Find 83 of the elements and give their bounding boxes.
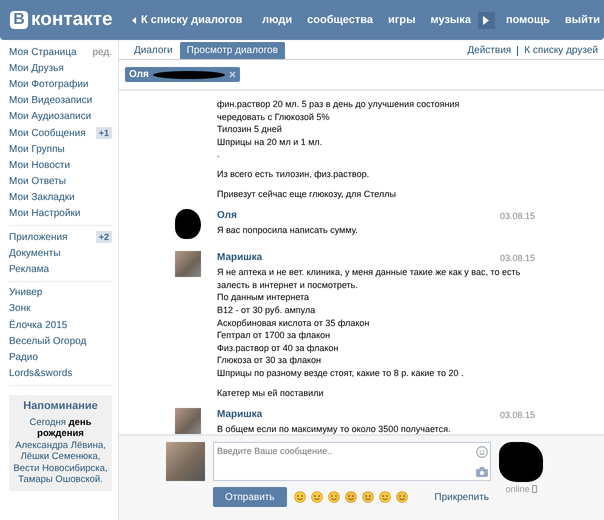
send-button[interactable]: Отправить	[213, 487, 287, 507]
sidebar-item[interactable]: Веселый Огород	[9, 336, 86, 347]
emoji-icon[interactable]	[310, 491, 323, 503]
sidebar-item[interactable]: Мои Новости	[9, 160, 70, 171]
message-date: 03.08.15	[500, 252, 535, 266]
sidebar-item[interactable]: Приложения	[9, 232, 68, 243]
sidebar-item[interactable]: Мои Группы	[9, 144, 65, 155]
message-date: 03.08.15	[500, 409, 535, 422]
logo-letter: В	[10, 11, 28, 29]
sidebar-item[interactable]: Lords&swords	[9, 368, 72, 380]
sidebar-item[interactable]: Универ	[9, 287, 42, 298]
sidebar-item[interactable]: Документы	[9, 248, 61, 259]
action-link[interactable]: Действия	[467, 45, 512, 56]
message-text: B12 - от 30 руб. ампула	[217, 304, 316, 317]
action-link[interactable]: К списку друзей	[524, 45, 598, 56]
message-text: Аскорбиновая кислота от 35 флакон	[217, 316, 370, 330]
recipient-name: Оля	[129, 69, 149, 80]
message-text: Привезут сейчас еще глюкозу, для Стеллы	[217, 188, 397, 200]
sidebar-item[interactable]: Мои Друзья	[9, 62, 64, 74]
message-date: 03.08.15	[500, 210, 535, 224]
message-text: фин.раствор 20 мл. 5 раз в день до улучшения состояния	[217, 98, 460, 111]
phone-icon	[532, 485, 537, 493]
message-text: Тилозин 5 дней	[217, 123, 283, 136]
message-text: Я вас попросила написать сумму.	[217, 224, 359, 237]
count-badge: +1	[96, 127, 112, 140]
emoji-icon[interactable]	[378, 491, 391, 503]
sidebar-item[interactable]: Ёлочка 2015	[9, 320, 68, 331]
author-link[interactable]: Оля	[217, 209, 237, 224]
hidden-avatar	[175, 209, 201, 240]
sidebar-item[interactable]: Радио	[9, 352, 38, 363]
message-text: Гептрал от 1700 за флакон	[217, 329, 332, 342]
edit-link[interactable]: ред.	[92, 46, 112, 58]
sidebar-item[interactable]: Мои Видеозаписи	[9, 95, 92, 106]
sidebar-item[interactable]: Зонк	[9, 303, 30, 314]
emoji-icon[interactable]	[294, 491, 306, 503]
sidebar-item[interactable]: Мои Сообщения	[9, 128, 86, 139]
nav-link[interactable]: сообщества	[307, 14, 374, 26]
author-link[interactable]: Маришка	[217, 408, 262, 422]
sidebar-item[interactable]: Реклама	[9, 264, 50, 276]
message-text: .	[217, 148, 221, 161]
sidebar-item[interactable]: Мои Ответы	[9, 176, 66, 188]
message-text: Я не аптека и не вет. клиника, у меня данные такие же как у вас, то есть залесть в интернет и посмотреть.	[217, 266, 522, 292]
emoji-icon[interactable]	[362, 491, 374, 503]
message-text: Из всего есть тилозин, физ.раствор.	[217, 168, 370, 181]
sidebar-item[interactable]: Мои Аудиозаписи	[9, 111, 92, 122]
recipient-chip[interactable]: Оля	[125, 67, 240, 82]
tab[interactable]: Просмотр диалогов	[180, 42, 285, 59]
nav-link[interactable]: игры	[388, 14, 416, 26]
count-badge: +2	[96, 231, 112, 244]
nav-link[interactable]: люди	[262, 14, 292, 26]
message-text: В общем если по максимуму то около 3500 получается.	[217, 423, 452, 434]
photo-placeholder	[175, 251, 201, 278]
logo-text: контакте	[31, 9, 113, 31]
emoji-icon[interactable]	[344, 491, 357, 503]
message-text: Шприцы по разному везде стоят, какие то 8 р. какие то 20 .	[217, 366, 464, 380]
sidebar-item[interactable]: Моя Страница	[9, 46, 77, 58]
emoji-icon[interactable]	[328, 491, 340, 503]
online-status: online	[505, 484, 530, 494]
nav-link[interactable]: выйти	[564, 14, 600, 26]
sidebar-item[interactable]: Мои Настройки	[9, 208, 80, 220]
tab[interactable]: Диалоги	[127, 42, 180, 59]
attach-link[interactable]: Прикрепить	[434, 492, 489, 502]
photo-placeholder	[175, 408, 201, 434]
nav-link[interactable]: помощь	[506, 14, 550, 26]
back-link[interactable]: К списку диалогов	[132, 14, 242, 26]
emoji-icon[interactable]	[396, 491, 408, 503]
nav-link[interactable]: музыка	[430, 14, 471, 26]
play-icon	[483, 16, 490, 24]
sidebar-item[interactable]: Мои Закладки	[9, 192, 75, 204]
message-text: По данным интернета	[217, 291, 310, 304]
reminder-title: Напоминание	[22, 400, 99, 412]
hidden-avatar	[499, 442, 543, 482]
message-text: чередовать с Глюкозой 5%	[217, 110, 330, 124]
player-button[interactable]	[478, 12, 495, 28]
message-text: Физ.раствор от 40 за флакон	[217, 342, 340, 354]
photo-placeholder	[166, 442, 205, 481]
reminder-text: Сегодня день рождения Александра Лёвина, Лёшки Семенюка, Вести Новосибирска, Тамары Ошовской.	[13, 416, 108, 486]
message-text: Глюкоза от 30 за флакон	[217, 354, 322, 367]
message-text: Шприцы на 20 мл и 1 мл.	[217, 136, 324, 148]
sidebar-item[interactable]: Мои Фотографии	[9, 78, 89, 90]
author-link[interactable]: Маришка	[217, 251, 262, 266]
caret-left-icon	[132, 16, 136, 24]
message-text: Катетер мы ей поставили	[217, 386, 324, 400]
